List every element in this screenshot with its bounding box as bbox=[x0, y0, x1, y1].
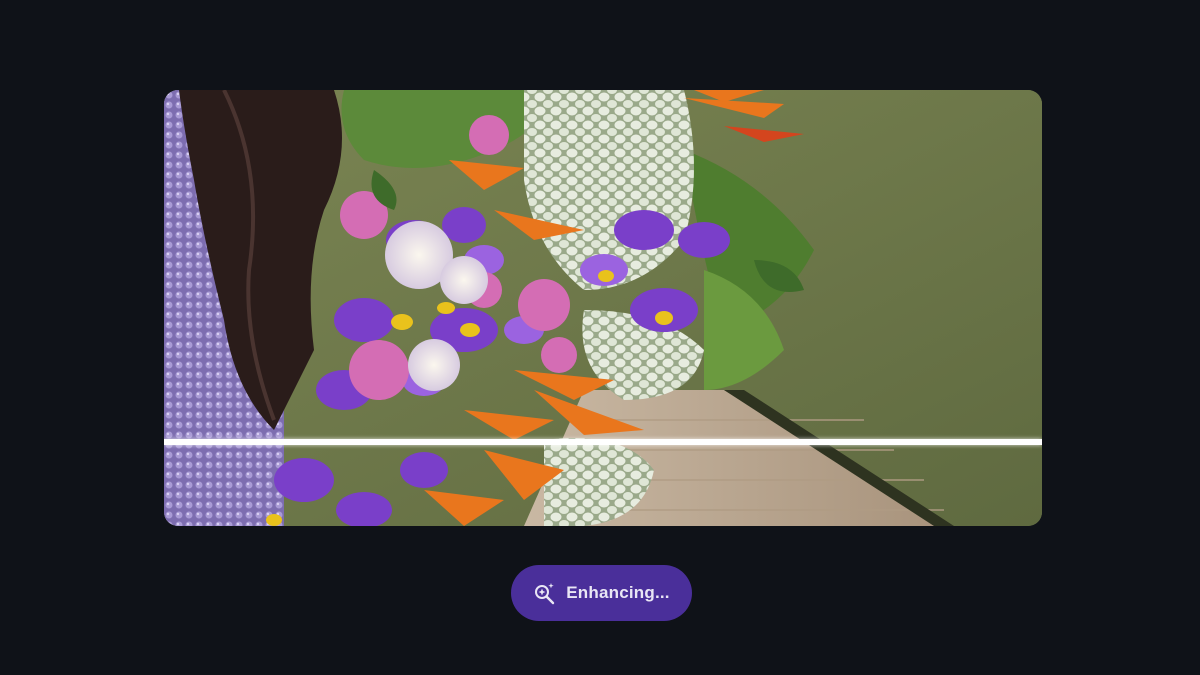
flower-photo bbox=[164, 90, 1042, 526]
photo-preview bbox=[164, 90, 1042, 526]
enhance-scan-line bbox=[164, 439, 1042, 445]
enhancing-status-label: Enhancing... bbox=[566, 583, 670, 602]
editor-stage: Enhancing... bbox=[0, 0, 1200, 675]
magic-enhance-icon bbox=[533, 581, 557, 605]
enhancing-status-pill: Enhancing... bbox=[511, 565, 692, 621]
